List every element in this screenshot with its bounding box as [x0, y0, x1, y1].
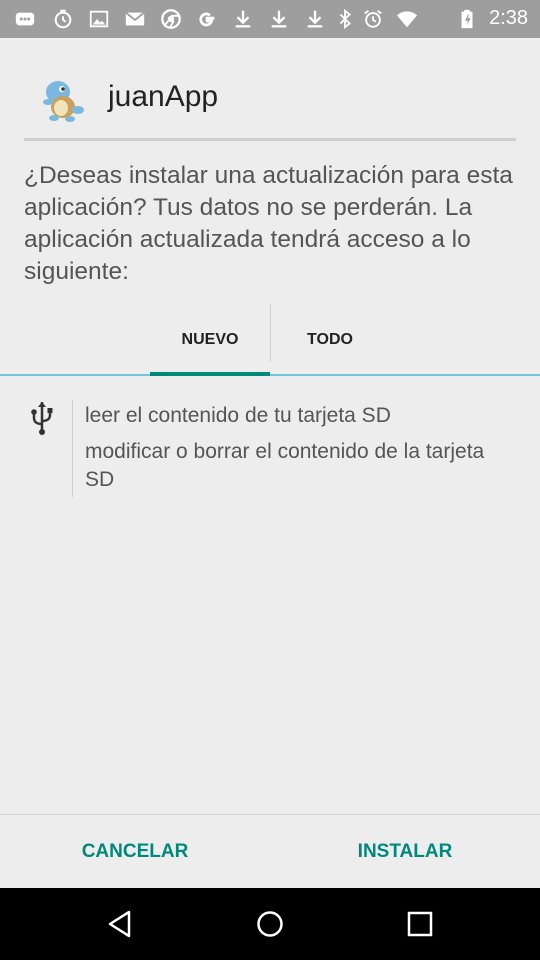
alarm-icon — [52, 8, 74, 30]
recents-icon[interactable] — [404, 908, 436, 940]
image-icon — [88, 8, 110, 30]
battery-icon — [456, 8, 478, 30]
header-divider — [24, 138, 516, 141]
download-icon — [268, 8, 290, 30]
permission-item: leer el contenido de tu tarjeta SD — [85, 404, 391, 427]
back-icon[interactable] — [104, 908, 136, 940]
status-bar: 2:38 — [0, 0, 540, 38]
tab-selected-indicator — [150, 372, 270, 376]
usb-storage-icon — [28, 400, 56, 436]
permission-divider — [72, 400, 73, 497]
status-time: 2:38 — [489, 7, 528, 29]
chrome-icon — [160, 8, 182, 30]
wifi-icon — [394, 8, 420, 30]
bluetooth-icon — [334, 8, 356, 30]
tabs-baseline — [0, 374, 540, 376]
install-prompt: ¿Deseas instalar una actualización para … — [24, 162, 513, 285]
install-button[interactable]: INSTALAR — [270, 815, 540, 888]
google-icon — [196, 8, 218, 30]
download-icon — [232, 8, 254, 30]
alarm-clock-icon — [362, 8, 384, 30]
tab-todo[interactable]: TODO — [270, 304, 390, 376]
gmail-icon — [124, 8, 146, 30]
permission-list: leer el contenido de tu tarjeta SD modif… — [85, 402, 505, 502]
home-icon[interactable] — [254, 908, 286, 940]
squirtle-app-icon — [36, 72, 88, 124]
permission-item: modificar o borrar el contenido de la ta… — [85, 440, 485, 491]
tab-nuevo[interactable]: NUEVO — [150, 304, 270, 376]
cancel-button[interactable]: CANCELAR — [0, 815, 270, 888]
app-name: juanApp — [108, 80, 219, 113]
download-icon — [304, 8, 326, 30]
messages-icon — [14, 8, 36, 30]
navigation-bar — [0, 888, 540, 960]
